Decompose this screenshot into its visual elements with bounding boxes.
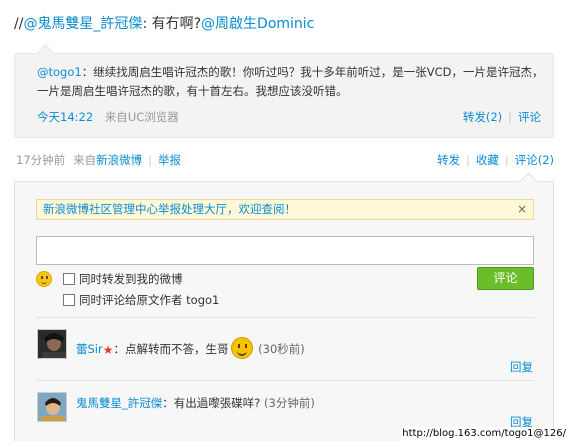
repost-option[interactable]: 同时转发到我的微博 [63, 272, 183, 286]
divider: | [508, 110, 512, 124]
watermark: http://blog.163.com/togo1@126/ [402, 427, 567, 441]
quoted-comment-link[interactable]: 评论 [518, 110, 541, 124]
comment-user-link[interactable]: 鬼馬雙星_許冠傑 [76, 396, 162, 410]
comment-item: 蕾Sir★：点解转而不答，生哥 (30秒前) [76, 337, 305, 359]
quoted-actions: 转发(2) | 评论 [463, 109, 541, 125]
post-actions: 转发 | 收藏 | 评论(2) [437, 152, 554, 168]
avatar[interactable] [37, 392, 67, 422]
comment-submit-button[interactable]: 评论 [477, 267, 534, 290]
notice-bar: 新浪微博社区管理中心举报处理大厅，欢迎查阅！ × [36, 199, 534, 220]
comment-link[interactable]: 评论(2) [515, 153, 554, 167]
quoted-source: UC浏览器 [127, 110, 179, 124]
source-prefix: 来自 [73, 153, 97, 167]
quoted-post: @togo1：继续找周启生唱许冠杰的歌！你听过吗？我十多年前听过，是一张VCD，… [14, 53, 554, 138]
divider: | [465, 153, 470, 167]
mention-link[interactable]: @鬼馬雙星_許冠傑 [23, 16, 142, 32]
favorite-link[interactable]: 收藏 [476, 153, 499, 167]
repost-checkbox[interactable] [63, 273, 75, 285]
quoted-meta: 今天14:22 来自UC浏览器 [37, 109, 179, 125]
comment-author-option[interactable]: 同时评论给原文作者 togo1 [63, 293, 219, 307]
quoted-author-link[interactable]: @togo1 [37, 65, 82, 79]
repost-option-label: 同时转发到我的微博 [79, 272, 183, 286]
post-body: : 有冇啊? [142, 16, 202, 32]
quoted-body: ：继续找周启生唱许冠杰的歌！你听过吗？我十多年前听过，是一张VCD，一片是许冠杰… [37, 65, 544, 98]
quoted-time-link[interactable]: 今天14:22 [37, 110, 93, 124]
reply-link[interactable]: 回复 [510, 359, 533, 375]
avatar[interactable] [37, 329, 67, 359]
comment-panel: 新浪微博社区管理中心举报处理大厅，欢迎查阅！ × 同时转发到我的微博 同时评论给… [14, 181, 554, 441]
comment-author-option-label: 同时评论给原文作者 togo1 [79, 293, 220, 307]
comment-item: 鬼馬雙星_許冠傑：有出過嚟張碟咩? (3分钟前) [76, 394, 315, 412]
comment-input[interactable] [36, 236, 534, 265]
star-icon: ★ [102, 343, 114, 357]
divider [36, 380, 534, 381]
quoted-text: @togo1：继续找周启生唱许冠杰的歌！你听过吗？我十多年前听过，是一张VCD，… [37, 63, 547, 101]
divider [36, 317, 534, 318]
divider: | [504, 153, 509, 167]
close-icon[interactable]: × [517, 200, 527, 219]
comment-author-checkbox[interactable] [63, 294, 75, 306]
mention-link[interactable]: @周啟生Dominic [201, 16, 314, 32]
post-meta-left: 17分钟前 来自新浪微博 | 举报 [16, 152, 181, 168]
post-meta: 17分钟前 来自新浪微博 | 举报 转发 | 收藏 | 评论(2) [14, 152, 554, 170]
notice-link[interactable]: 新浪微博社区管理中心举报处理大厅，欢迎查阅！ [43, 202, 296, 216]
comment-time: (30秒前) [258, 342, 305, 356]
avatar-image [38, 330, 66, 358]
avatar-image [38, 393, 66, 421]
comment-user-link[interactable]: 蕾Sir [76, 342, 103, 356]
repost-link[interactable]: 转发 [437, 153, 460, 167]
comment-text: ：点解转而不答，生哥 [113, 342, 229, 356]
source-link[interactable]: 新浪微博 [96, 153, 142, 167]
quoted-repost-link[interactable]: 转发(2) [463, 110, 502, 124]
smiley-icon[interactable] [36, 271, 52, 287]
comment-text: ：有出過嚟張碟咩? [162, 396, 265, 410]
smiley-icon [230, 337, 253, 359]
divider: | [148, 153, 153, 167]
source-prefix: 来自 [104, 110, 128, 124]
post-text: //@鬼馬雙星_許冠傑: 有冇啊?@周啟生Dominic [14, 14, 554, 34]
post-time-link[interactable]: 17分钟前 [16, 153, 65, 167]
report-link[interactable]: 举报 [158, 153, 181, 167]
comment-time: (3分钟前) [264, 396, 315, 410]
